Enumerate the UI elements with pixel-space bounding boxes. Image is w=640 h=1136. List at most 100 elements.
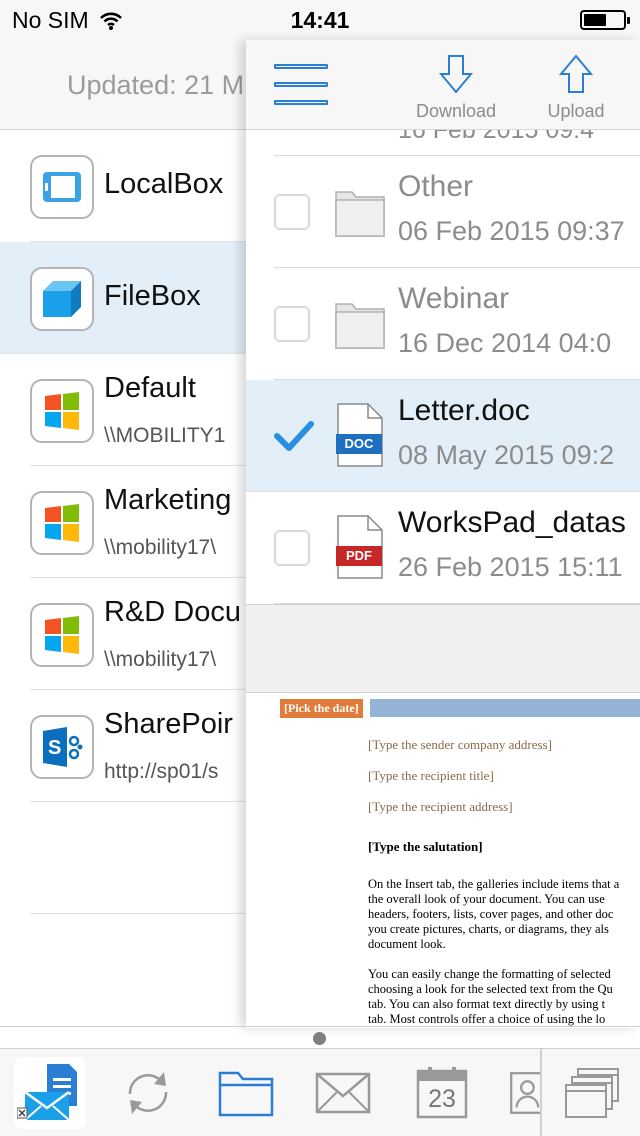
tab-calendar[interactable]: 23 bbox=[406, 1057, 478, 1129]
tab-sync[interactable] bbox=[112, 1057, 184, 1129]
left-panel-header: Updated: 21 M bbox=[0, 40, 246, 130]
salutation-field: [Type the salutation] bbox=[368, 839, 483, 854]
account-name: R&D Docu bbox=[104, 596, 241, 628]
body-line: the overall look of your document. You c… bbox=[368, 892, 605, 906]
account-name: SharePoir bbox=[104, 708, 233, 740]
account-path: \\mobility17\ bbox=[104, 536, 217, 559]
clock: 14:41 bbox=[290, 7, 350, 33]
doc-file-icon: DOC bbox=[334, 402, 386, 468]
file-name: Other bbox=[398, 170, 474, 203]
file-row-webinar[interactable]: Webinar 16 Dec 2014 04:0 bbox=[274, 268, 640, 380]
filebox-icon bbox=[30, 267, 94, 331]
tab-bar: 23 bbox=[0, 1048, 640, 1136]
empty-row bbox=[30, 802, 246, 914]
file-date: 16 Dec 2014 04:0 bbox=[398, 328, 612, 358]
file-name: Webinar bbox=[398, 282, 510, 315]
account-item-localbox[interactable]: LocalBox bbox=[30, 130, 246, 242]
folder-icon bbox=[334, 178, 386, 244]
recipient-title-field: [Type the recipient title] bbox=[368, 768, 494, 783]
menu-icon-line bbox=[274, 82, 328, 87]
contacts-icon bbox=[510, 1072, 540, 1114]
file-checkbox[interactable] bbox=[274, 530, 310, 566]
body-paragraph-2: You can easily change the formatting of … bbox=[368, 967, 640, 1027]
tab-windows[interactable] bbox=[556, 1057, 628, 1129]
windows-share-icon bbox=[30, 379, 94, 443]
tab-contacts[interactable] bbox=[504, 1057, 540, 1129]
account-item-marketing[interactable]: Marketing \\mobility17\ bbox=[30, 466, 246, 578]
file-list[interactable]: 16 Feb 2015 09:4 Other 06 Feb 2015 09:37… bbox=[246, 130, 640, 604]
menu-icon bbox=[274, 64, 328, 69]
file-name: Letter.doc bbox=[398, 394, 530, 427]
body-line: headers, footers, lists, cover pages, an… bbox=[368, 907, 614, 921]
body-line: On the Insert tab, the galleries include… bbox=[368, 877, 620, 891]
account-item-filebox[interactable]: FileBox bbox=[0, 242, 246, 354]
download-button[interactable]: Download bbox=[411, 54, 501, 122]
account-item-sharepoint[interactable]: S SharePoir http://sp01/s bbox=[30, 690, 246, 802]
file-date: 08 May 2015 09:2 bbox=[398, 440, 615, 470]
file-name: WorksPad_datas bbox=[398, 506, 626, 539]
account-name: Default bbox=[104, 372, 196, 404]
page-indicator[interactable] bbox=[313, 1032, 326, 1045]
file-date: 26 Feb 2015 15:11 bbox=[398, 552, 623, 582]
doc-badge: DOC bbox=[344, 436, 374, 451]
upload-icon bbox=[558, 54, 594, 93]
account-list[interactable]: LocalBox FileBox Default \\MOBILITY1 Mar… bbox=[0, 130, 246, 1026]
recipient-address-field: [Type the recipient address] bbox=[368, 799, 513, 814]
sharepoint-icon: S bbox=[30, 715, 94, 779]
menu-button[interactable] bbox=[274, 64, 328, 108]
file-date: 06 Feb 2015 09:37 bbox=[398, 216, 625, 246]
divider bbox=[0, 1026, 640, 1027]
svg-text:S: S bbox=[48, 737, 61, 759]
battery-icon bbox=[580, 10, 630, 30]
download-label: Download bbox=[415, 101, 497, 121]
body-line: You can easily change the formatting of … bbox=[368, 967, 611, 981]
menu-icon-line bbox=[274, 100, 328, 105]
body-line: document look. bbox=[368, 937, 446, 951]
account-name: LocalBox bbox=[104, 168, 224, 200]
body-line: tab. You can also format text directly b… bbox=[368, 997, 606, 1011]
account-path: \\mobility17\ bbox=[104, 648, 217, 671]
updated-label: Updated: 21 M bbox=[67, 70, 245, 100]
windows-share-icon bbox=[30, 603, 94, 667]
file-toolbar: Download Upload bbox=[246, 40, 640, 130]
files-icon bbox=[218, 1071, 274, 1117]
sync-icon bbox=[128, 1072, 168, 1114]
tab-files[interactable] bbox=[210, 1057, 282, 1129]
file-row-partial[interactable]: 16 Feb 2015 09:4 bbox=[274, 130, 640, 156]
localbox-icon bbox=[30, 155, 94, 219]
windows-icon bbox=[565, 1068, 619, 1118]
account-path: \\MOBILITY1 bbox=[104, 424, 226, 447]
mail-app-icon bbox=[17, 1064, 77, 1121]
file-row-letter-doc[interactable]: DOC Letter.doc 08 May 2015 09:2 bbox=[246, 380, 640, 492]
upload-button[interactable]: Upload bbox=[531, 54, 621, 122]
account-item-rnd-docs[interactable]: R&D Docu \\mobility17\ bbox=[30, 578, 246, 690]
file-row-other[interactable]: Other 06 Feb 2015 09:37 bbox=[274, 156, 640, 268]
file-checkbox-checked[interactable] bbox=[274, 418, 314, 454]
body-line: you create pictures, charts, or diagrams… bbox=[368, 922, 609, 936]
pick-date-field: [Pick the date] bbox=[280, 699, 363, 718]
account-item-default[interactable]: Default \\MOBILITY1 bbox=[30, 354, 246, 466]
account-name: Marketing bbox=[104, 484, 232, 516]
mail-icon bbox=[315, 1072, 371, 1114]
body-line: tab. Most controls offer a choice of usi… bbox=[368, 1012, 606, 1026]
document-preview[interactable]: [Pick the date] [Type the sender company… bbox=[246, 692, 640, 1028]
file-browser-panel: Download Upload 16 Feb 2015 09:4 Other 0… bbox=[246, 40, 640, 1028]
tab-mail-app[interactable] bbox=[14, 1057, 86, 1129]
sender-address-field: [Type the sender company address] bbox=[368, 737, 552, 752]
file-date: 16 Feb 2015 09:4 bbox=[398, 130, 594, 144]
calendar-day: 23 bbox=[428, 1085, 456, 1113]
file-row-workspad[interactable]: PDF WorksPad_datas 26 Feb 2015 15:11 bbox=[274, 492, 640, 604]
tab-mail[interactable] bbox=[307, 1057, 379, 1129]
folder-icon bbox=[334, 290, 386, 356]
account-path: http://sp01/s bbox=[104, 760, 219, 783]
pdf-file-icon: PDF bbox=[334, 514, 386, 580]
file-checkbox[interactable] bbox=[274, 194, 310, 230]
download-icon bbox=[438, 55, 474, 94]
tab-divider bbox=[540, 1049, 542, 1136]
account-name: FileBox bbox=[104, 280, 201, 312]
status-bar: No SIM 14:41 bbox=[0, 0, 640, 40]
header-bar bbox=[370, 699, 640, 717]
body-paragraph-1: On the Insert tab, the galleries include… bbox=[368, 877, 640, 952]
file-checkbox[interactable] bbox=[274, 306, 310, 342]
upload-label: Upload bbox=[547, 101, 605, 121]
